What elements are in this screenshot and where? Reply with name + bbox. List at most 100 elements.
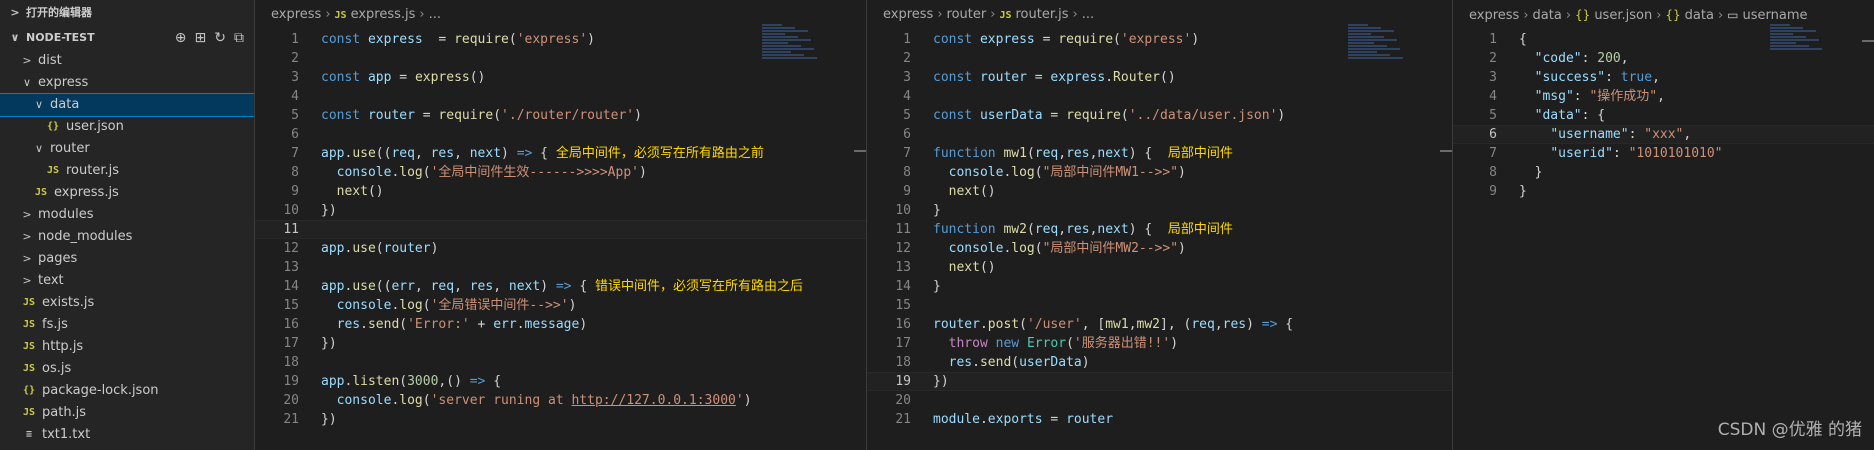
code-line[interactable]: 4 — [255, 87, 866, 106]
minimap[interactable] — [762, 24, 822, 64]
code-line[interactable]: 10}) — [255, 201, 866, 220]
code-line[interactable]: 10} — [867, 201, 1452, 220]
code-line[interactable]: 11 function mw2(req,res,next) { 局部中间件 — [867, 220, 1452, 239]
breadcrumb-item[interactable]: express — [883, 7, 933, 22]
tree-item-express-js[interactable]: JS express.js — [0, 182, 254, 204]
breadcrumb-item[interactable]: username — [1743, 8, 1808, 23]
code-token: res — [430, 146, 455, 161]
editor-express-js[interactable]: express › JS express.js ›... 1 const express =… — [255, 0, 866, 450]
tree-item-data[interactable]: ∨ data — [0, 93, 255, 117]
code-line[interactable]: 17 throw new Error('服务器出错!!') — [867, 334, 1452, 353]
tree-item-node-modules[interactable]: > node_modules — [0, 226, 254, 248]
editor-user-json[interactable]: express › data ›{} user.json ›{} data › ▭ usernam… — [1453, 0, 1874, 450]
code-line[interactable]: 21}) — [255, 410, 866, 429]
code-line[interactable]: 16 res.send('Error:' + err.message) — [255, 315, 866, 334]
breadcrumb-item[interactable]: express — [1469, 8, 1519, 23]
project-header[interactable]: ∨ NODE-TEST ⊕ ⊞ ↻ ⧉ — [0, 26, 254, 50]
code-token: "code" — [1534, 51, 1582, 66]
breadcrumb-item[interactable]: express — [271, 7, 321, 22]
new-file-icon[interactable]: ⊕ — [175, 26, 187, 50]
code-line[interactable]: 7 function mw1(req,res,next) { 局部中间件 — [867, 144, 1452, 163]
code-line[interactable]: 20 — [867, 391, 1452, 410]
collapse-all-icon[interactable]: ⧉ — [234, 26, 244, 50]
code-line[interactable]: 12 console.log("局部中间件MW2-->>") — [867, 239, 1452, 258]
code-line[interactable]: 13 next() — [867, 258, 1452, 277]
breadcrumb-item[interactable]: router — [947, 7, 987, 22]
tree-item-exists-js[interactable]: JS exists.js — [0, 292, 254, 314]
tree-item-dist[interactable]: > dist — [0, 50, 254, 72]
editor-router-js[interactable]: express › router › JS router.js ›... 1 const exp… — [867, 0, 1452, 450]
tree-item-modules[interactable]: > modules — [0, 204, 254, 226]
code-line[interactable]: 9} — [1453, 182, 1874, 201]
code-line[interactable]: 19 app.listen(3000,() => { — [255, 372, 866, 391]
tree-item-fs-js[interactable]: JS fs.js — [0, 314, 254, 336]
code-line[interactable]: 3 "success": true, — [1453, 68, 1874, 87]
breadcrumb-item[interactable]: router.js — [1015, 7, 1068, 22]
tree-item-http-js[interactable]: JS http.js — [0, 336, 254, 358]
code-line[interactable]: 21 module.exports = router — [867, 410, 1452, 429]
js-file-icon: JS — [334, 10, 347, 21]
breadcrumb-item[interactable]: express.js — [351, 7, 416, 22]
code-line[interactable]: 6 "username": "xxx", — [1453, 125, 1874, 144]
scrollbar-marker[interactable] — [1862, 40, 1874, 42]
code-line[interactable]: 5 const router = require('./router/router… — [255, 106, 866, 125]
tree-item-txt1-txt[interactable]: ≡ txt1.txt — [0, 424, 254, 446]
code-area[interactable]: 1 const express = require('express') 2 3 con… — [867, 30, 1452, 429]
code-line[interactable]: 12 app.use(router) — [255, 239, 866, 258]
tree-item-router[interactable]: ∨ router — [0, 138, 254, 160]
new-folder-icon[interactable]: ⊞ — [195, 26, 207, 50]
tree-item-text[interactable]: > text — [0, 270, 254, 292]
code-line[interactable]: 11 — [255, 220, 866, 239]
breadcrumb-item[interactable]: ... — [429, 7, 441, 22]
tree-item-user-json[interactable]: {} user.json — [0, 116, 254, 138]
js-file-icon: JS — [22, 407, 36, 418]
code-line[interactable]: 18 — [255, 353, 866, 372]
code-line[interactable]: 6 — [255, 125, 866, 144]
breadcrumb-item[interactable]: user.json — [1594, 8, 1652, 23]
code-line[interactable]: 9 next() — [255, 182, 866, 201]
code-line[interactable]: 9 next() — [867, 182, 1452, 201]
code-line[interactable]: 18 res.send(userData) — [867, 353, 1452, 372]
breadcrumb-item[interactable]: data — [1533, 8, 1562, 23]
code-token: router — [383, 241, 431, 256]
code-area[interactable]: 1 const express = require('express') 2 3 con… — [255, 30, 866, 429]
code-line[interactable]: 4 "msg": "操作成功", — [1453, 87, 1874, 106]
code-line[interactable]: 14 app.use((err, req, res, next) => { 错误中… — [255, 277, 866, 296]
code-line[interactable]: 15 console.log('全局错误中间件-->>') — [255, 296, 866, 315]
code-line[interactable]: 5 "data": { — [1453, 106, 1874, 125]
code-line[interactable]: 7 "userid": "1010101010" — [1453, 144, 1874, 163]
minimap[interactable] — [1348, 24, 1408, 64]
breadcrumb-item[interactable]: data — [1685, 8, 1714, 23]
code-line[interactable]: 8 } — [1453, 163, 1874, 182]
code-line[interactable]: 4 — [867, 87, 1452, 106]
scrollbar-marker[interactable] — [854, 150, 866, 152]
code-line[interactable]: 13 — [255, 258, 866, 277]
code-line[interactable]: 17}) — [255, 334, 866, 353]
code-line[interactable]: 7 app.use((req, res, next) => { 全局中间件，必须写… — [255, 144, 866, 163]
tree-item-pages[interactable]: > pages — [0, 248, 254, 270]
tree-item-express[interactable]: ∨ express — [0, 72, 254, 94]
tree-item-os-js[interactable]: JS os.js — [0, 358, 254, 380]
code-line[interactable]: 3 const app = express() — [255, 68, 866, 87]
minimap[interactable] — [1770, 24, 1830, 64]
code-line[interactable]: 8 console.log('全局中间件生效------>>>>App') — [255, 163, 866, 182]
code-token: => — [516, 146, 533, 161]
code-line[interactable]: 16 router.post('/user', [mw1,mw2], (req,r… — [867, 315, 1452, 334]
scrollbar-marker[interactable] — [1440, 150, 1452, 152]
tree-item-path-js[interactable]: JS path.js — [0, 402, 254, 424]
tree-item-router-js[interactable]: JS router.js — [0, 160, 254, 182]
code-line[interactable]: 8 console.log("局部中间件MW1-->>") — [867, 163, 1452, 182]
code-line[interactable]: 15 — [867, 296, 1452, 315]
code-line[interactable]: 19}) — [867, 372, 1452, 391]
code-line[interactable]: 3 const router = express.Router() — [867, 68, 1452, 87]
breadcrumb-item[interactable]: ... — [1082, 7, 1094, 22]
code-token: mw2 — [1136, 317, 1161, 332]
refresh-icon[interactable]: ↻ — [214, 26, 226, 50]
code-line[interactable]: 14} — [867, 277, 1452, 296]
code-line[interactable]: 5 const userData = require('../data/user.… — [867, 106, 1452, 125]
code-line[interactable]: 20 console.log('server runing at http://… — [255, 391, 866, 410]
code-line[interactable]: 6 — [867, 125, 1452, 144]
open-editors-header[interactable]: > 打开的编辑器 — [0, 0, 254, 26]
tree-item-package-lock-json[interactable]: {} package-lock.json — [0, 380, 254, 402]
